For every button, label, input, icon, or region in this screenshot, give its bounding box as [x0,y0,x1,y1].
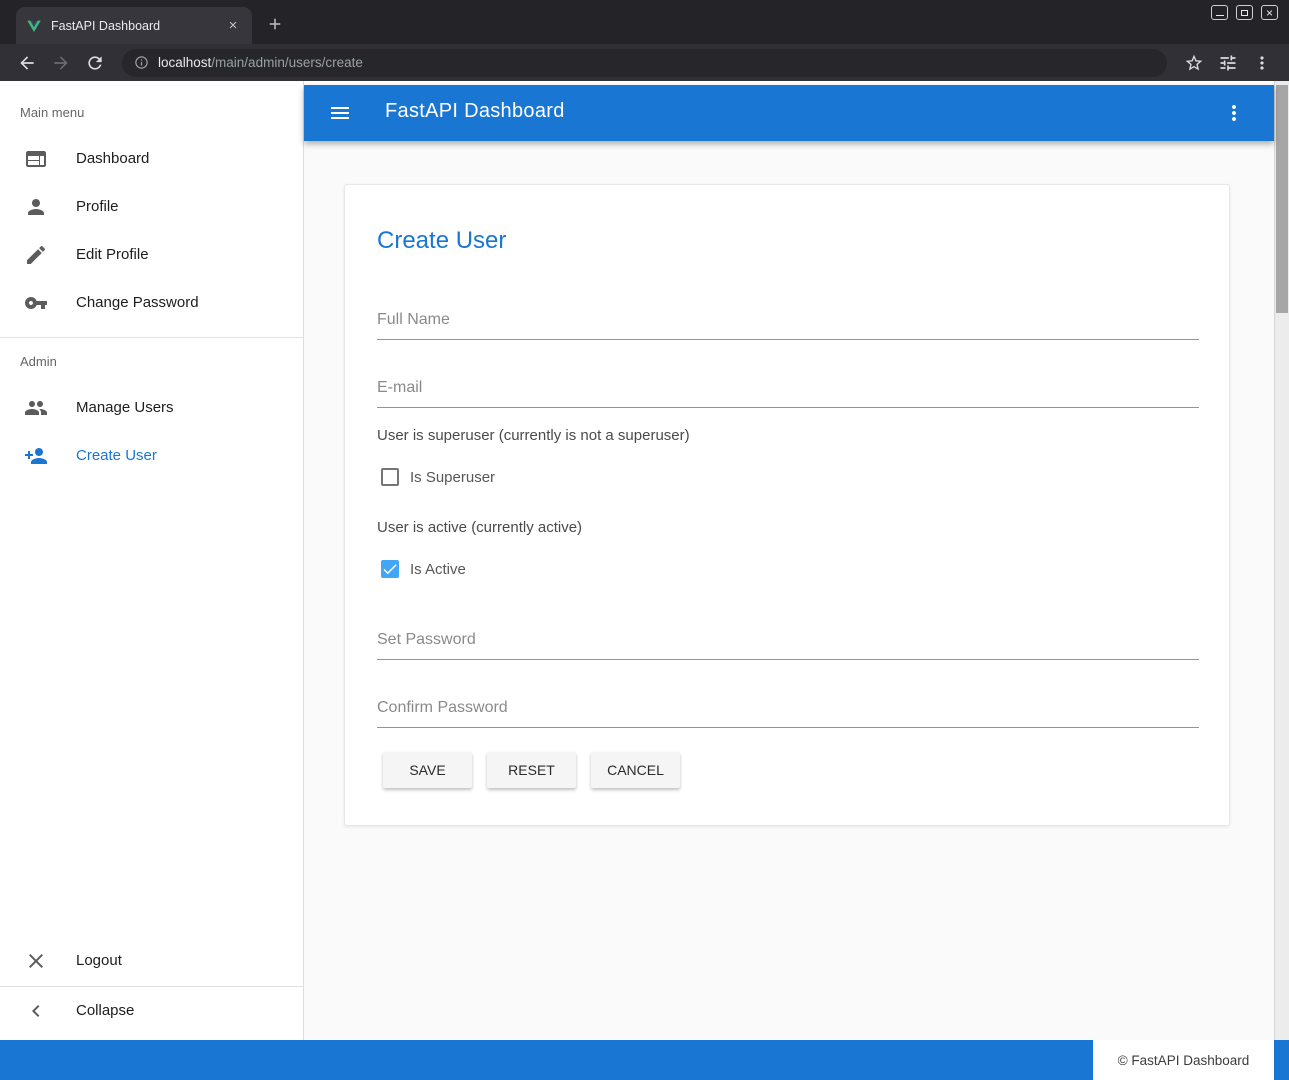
group-icon [24,396,48,420]
key-icon [24,291,48,315]
sidebar-item-profile[interactable]: Profile [0,183,303,231]
superuser-hint: User is superuser (currently is not a su… [377,427,690,444]
person-icon [24,195,48,219]
new-tab-button[interactable] [262,11,288,37]
sidebar-item-dashboard[interactable]: Dashboard [0,135,303,183]
confirm-password-input[interactable] [377,699,1199,728]
sidebar-item-label: Manage Users [76,399,174,416]
hamburger-menu-icon[interactable] [328,101,352,125]
forward-button[interactable] [51,53,71,73]
cancel-button[interactable]: CANCEL [591,752,680,788]
page: Main menu Dashboard Profile Edit Profile [0,81,1289,1080]
sidebar-divider [0,337,303,338]
copyright-text: © FastAPI Dashboard [1093,1040,1274,1080]
sidebar-item-logout[interactable]: Logout [0,937,303,985]
sidebar-item-edit-profile[interactable]: Edit Profile [0,231,303,279]
sidebar-item-label: Collapse [76,1002,134,1019]
superuser-checkbox-label: Is Superuser [410,469,495,486]
page-title: Create User [377,227,506,255]
browser-titlebar: FastAPI Dashboard × × [0,0,1289,44]
reset-button[interactable]: RESET [487,752,576,788]
main-area: FastAPI Dashboard Create User User is su… [304,81,1274,1040]
form-buttons: SAVE RESET CANCEL [383,752,680,788]
active-hint: User is active (currently active) [377,519,582,536]
dashboard-icon [24,147,48,171]
tab-close-icon[interactable]: × [224,17,242,35]
close-icon [24,949,48,973]
sidebar-item-label: Edit Profile [76,246,149,263]
sidebar-item-manage-users[interactable]: Manage Users [0,384,303,432]
full-name-input[interactable] [377,311,1199,340]
site-info-icon[interactable] [134,55,149,70]
sidebar-item-label: Logout [76,952,122,969]
create-user-card: Create User User is superuser (currently… [344,184,1230,826]
minimize-button[interactable] [1211,5,1228,20]
tab-title: FastAPI Dashboard [51,19,224,33]
browser-toolbar: localhost/main/admin/users/create [0,44,1289,81]
appbar: FastAPI Dashboard [304,85,1274,141]
sidebar-item-label: Create User [76,447,157,464]
browser-tab[interactable]: FastAPI Dashboard × [16,7,252,44]
maximize-button[interactable] [1236,5,1253,20]
page-scrollbar[interactable] [1274,81,1289,1080]
sidebar-item-collapse[interactable]: Collapse [0,987,303,1035]
set-password-input[interactable] [377,631,1199,660]
maximize-icon [1241,10,1248,16]
close-icon: × [1266,7,1273,19]
save-button[interactable]: SAVE [383,752,472,788]
browser-window: FastAPI Dashboard × × localhost/main/adm… [0,0,1289,1080]
sidebar: Main menu Dashboard Profile Edit Profile [0,81,304,1040]
minimize-icon [1216,15,1224,16]
close-window-button[interactable]: × [1261,5,1278,20]
url-host: localhost [158,55,211,70]
sidebar-item-change-password[interactable]: Change Password [0,279,303,327]
active-checkbox-row: Is Active [381,560,466,578]
extensions-icon[interactable] [1218,53,1238,73]
sidebar-item-label: Dashboard [76,150,149,167]
superuser-checkbox[interactable] [381,468,399,486]
bookmark-star-icon[interactable] [1184,53,1204,73]
window-controls: × [1211,5,1278,20]
browser-menu-icon[interactable] [1252,53,1272,73]
reload-button[interactable] [85,53,105,73]
sidebar-item-label: Change Password [76,294,199,311]
more-options-icon[interactable] [1222,101,1246,125]
chevron-left-icon [24,999,48,1023]
appbar-title: FastAPI Dashboard [385,100,565,123]
vue-logo-icon [26,18,42,34]
scrollbar-thumb[interactable] [1276,85,1288,313]
address-bar[interactable]: localhost/main/admin/users/create [122,49,1167,77]
pencil-icon [24,243,48,267]
sidebar-item-create-user[interactable]: Create User [0,432,303,480]
sidebar-section-main-menu: Main menu [20,105,84,120]
content-area: Create User User is superuser (currently… [304,141,1274,1040]
back-button[interactable] [17,53,37,73]
superuser-checkbox-row: Is Superuser [381,468,495,486]
sidebar-section-admin: Admin [20,354,57,369]
sidebar-item-label: Profile [76,198,119,215]
url-path: /main/admin/users/create [211,55,363,70]
email-input[interactable] [377,379,1199,408]
active-checkbox-label: Is Active [410,561,466,578]
active-checkbox[interactable] [381,560,399,578]
app-footer: © FastAPI Dashboard [0,1040,1289,1080]
person-add-icon [24,444,48,468]
